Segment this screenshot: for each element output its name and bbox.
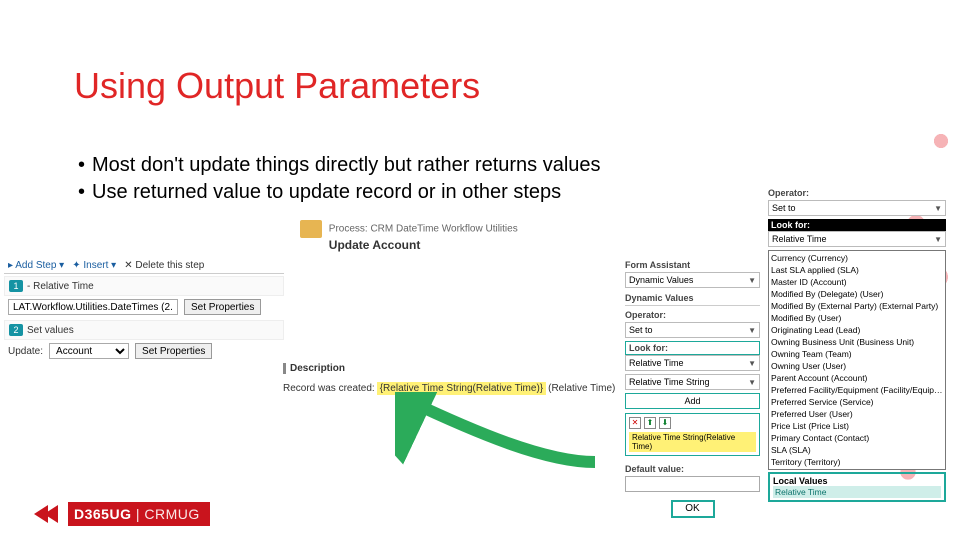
attribute-list[interactable]: Currency (Currency) Last SLA applied (SL…: [768, 250, 946, 470]
default-value-label: Default value:: [625, 462, 760, 476]
insert-button[interactable]: ✦ Insert ▾: [72, 260, 116, 271]
description-section: Description Record was created: {Relativ…: [283, 363, 615, 395]
local-values-section: Local Values Relative Time: [768, 472, 946, 502]
look-for-label: Look for:: [768, 219, 946, 231]
chevron-down-icon: ▼: [748, 276, 756, 285]
process-label: Process: CRM DateTime Workflow Utilities: [329, 224, 518, 235]
entity-select[interactable]: Account: [49, 343, 129, 359]
list-item[interactable]: Master ID (Account): [771, 276, 943, 288]
workflow-step: 1- Relative Time: [4, 276, 284, 296]
process-header: Process: CRM DateTime Workflow Utilities…: [300, 220, 518, 252]
description-token: {Relative Time String(Relative Time)}: [377, 382, 546, 395]
local-values-label: Local Values: [773, 476, 941, 486]
list-item[interactable]: Preferred Facility/Equipment (Facility/E…: [771, 384, 943, 396]
list-item[interactable]: Owning User (User): [771, 360, 943, 372]
logo-chevron-icon: [44, 505, 58, 523]
chevron-down-icon: ▼: [748, 326, 756, 335]
workflow-steps-panel: ▸ Add Step ▾ ✦ Insert ▾ ✕ Delete this st…: [4, 258, 284, 362]
look-for-entity-select[interactable]: Relative Time▼: [625, 355, 760, 371]
folder-icon: [300, 220, 322, 238]
selected-token[interactable]: Relative Time String(Relative Time): [629, 432, 756, 452]
operator-select[interactable]: Set to▼: [625, 322, 760, 338]
token-box: ✕ ⬆ ⬇ Relative Time String(Relative Time…: [625, 413, 760, 456]
move-up-icon[interactable]: ⬆: [644, 417, 656, 429]
step-number-badge: 1: [9, 280, 23, 292]
description-suffix: (Relative Time): [548, 383, 615, 394]
dynamic-values-label: Dynamic Values: [625, 291, 760, 305]
bullet-item: • Most don't update things directly but …: [78, 152, 601, 179]
step-row: Update: Account Set Properties: [4, 340, 284, 362]
bullet-list: • Most don't update things directly but …: [78, 152, 601, 206]
slide-title: Using Output Parameters: [74, 65, 480, 107]
remove-icon[interactable]: ✕: [629, 417, 641, 429]
form-assistant-title: Form Assistant: [625, 258, 760, 272]
list-item[interactable]: Owning Business Unit (Business Unit): [771, 336, 943, 348]
list-item[interactable]: Primary Contact (Contact): [771, 432, 943, 444]
footer-logo: D365UG | CRMUG: [34, 502, 210, 526]
process-title: Update Account: [329, 238, 421, 252]
delete-step-button[interactable]: ✕ Delete this step: [124, 260, 204, 271]
list-item[interactable]: Modified By (User): [771, 312, 943, 324]
look-for-label: Look for:: [625, 341, 760, 355]
operator-panel: Operator: Set to▼ Look for: Relative Tim…: [768, 186, 946, 502]
list-item[interactable]: Originating Lead (Lead): [771, 324, 943, 336]
callout-arrow: [395, 392, 605, 472]
list-item[interactable]: Price List (Price List): [771, 420, 943, 432]
look-for-select[interactable]: Relative Time▼: [768, 231, 946, 247]
add-step-button[interactable]: ▸ Add Step ▾: [8, 260, 64, 271]
operator-label: Operator:: [625, 308, 760, 322]
operator-select[interactable]: Set to▼: [768, 200, 946, 216]
bullet-text: Use returned value to update record or i…: [92, 179, 561, 206]
list-item[interactable]: Owning Team (Team): [771, 348, 943, 360]
chevron-down-icon: ▼: [748, 359, 756, 368]
add-button[interactable]: Add: [625, 393, 760, 409]
move-down-icon[interactable]: ⬇: [659, 417, 671, 429]
chevron-down-icon: ▼: [748, 378, 756, 387]
list-item[interactable]: Currency (Currency): [771, 252, 943, 264]
dynamic-values-select[interactable]: Dynamic Values▼: [625, 272, 760, 288]
workflow-step: 2Set values: [4, 320, 284, 340]
list-item[interactable]: Territory (Territory): [771, 456, 943, 468]
list-item[interactable]: Preferred User (User): [771, 408, 943, 420]
list-item[interactable]: SLA (SLA): [771, 444, 943, 456]
look-for-attr-select[interactable]: Relative Time String▼: [625, 374, 760, 390]
ok-button[interactable]: OK: [671, 500, 715, 518]
default-value-input[interactable]: [625, 476, 760, 492]
footer-brand: D365UG | CRMUG: [68, 502, 210, 526]
bullet-item: • Use returned value to update record or…: [78, 179, 601, 206]
set-properties-button[interactable]: Set Properties: [135, 343, 212, 359]
chevron-down-icon: ▼: [934, 235, 942, 244]
workflow-toolbar: ▸ Add Step ▾ ✦ Insert ▾ ✕ Delete this st…: [4, 258, 284, 274]
description-prefix: Record was created:: [283, 383, 375, 394]
list-item[interactable]: Parent Account (Account): [771, 372, 943, 384]
bullet-text: Most don't update things directly but ra…: [92, 152, 601, 179]
description-heading: Description: [283, 363, 615, 374]
step-activity-input[interactable]: [8, 299, 178, 315]
operator-label: Operator:: [768, 186, 946, 200]
list-item[interactable]: Preferred Service (Service): [771, 396, 943, 408]
form-assistant-panel: Form Assistant Dynamic Values▼ Dynamic V…: [625, 258, 760, 518]
update-label: Update:: [8, 346, 43, 357]
chevron-down-icon: ▼: [934, 204, 942, 213]
step-row: Set Properties: [4, 296, 284, 318]
step-number-badge: 2: [9, 324, 23, 336]
list-item[interactable]: Modified By (External Party) (External P…: [771, 300, 943, 312]
set-properties-button[interactable]: Set Properties: [184, 299, 261, 315]
list-item[interactable]: Modified By (Delegate) (User): [771, 288, 943, 300]
list-item[interactable]: Last SLA applied (SLA): [771, 264, 943, 276]
local-value-item[interactable]: Relative Time: [773, 486, 941, 498]
